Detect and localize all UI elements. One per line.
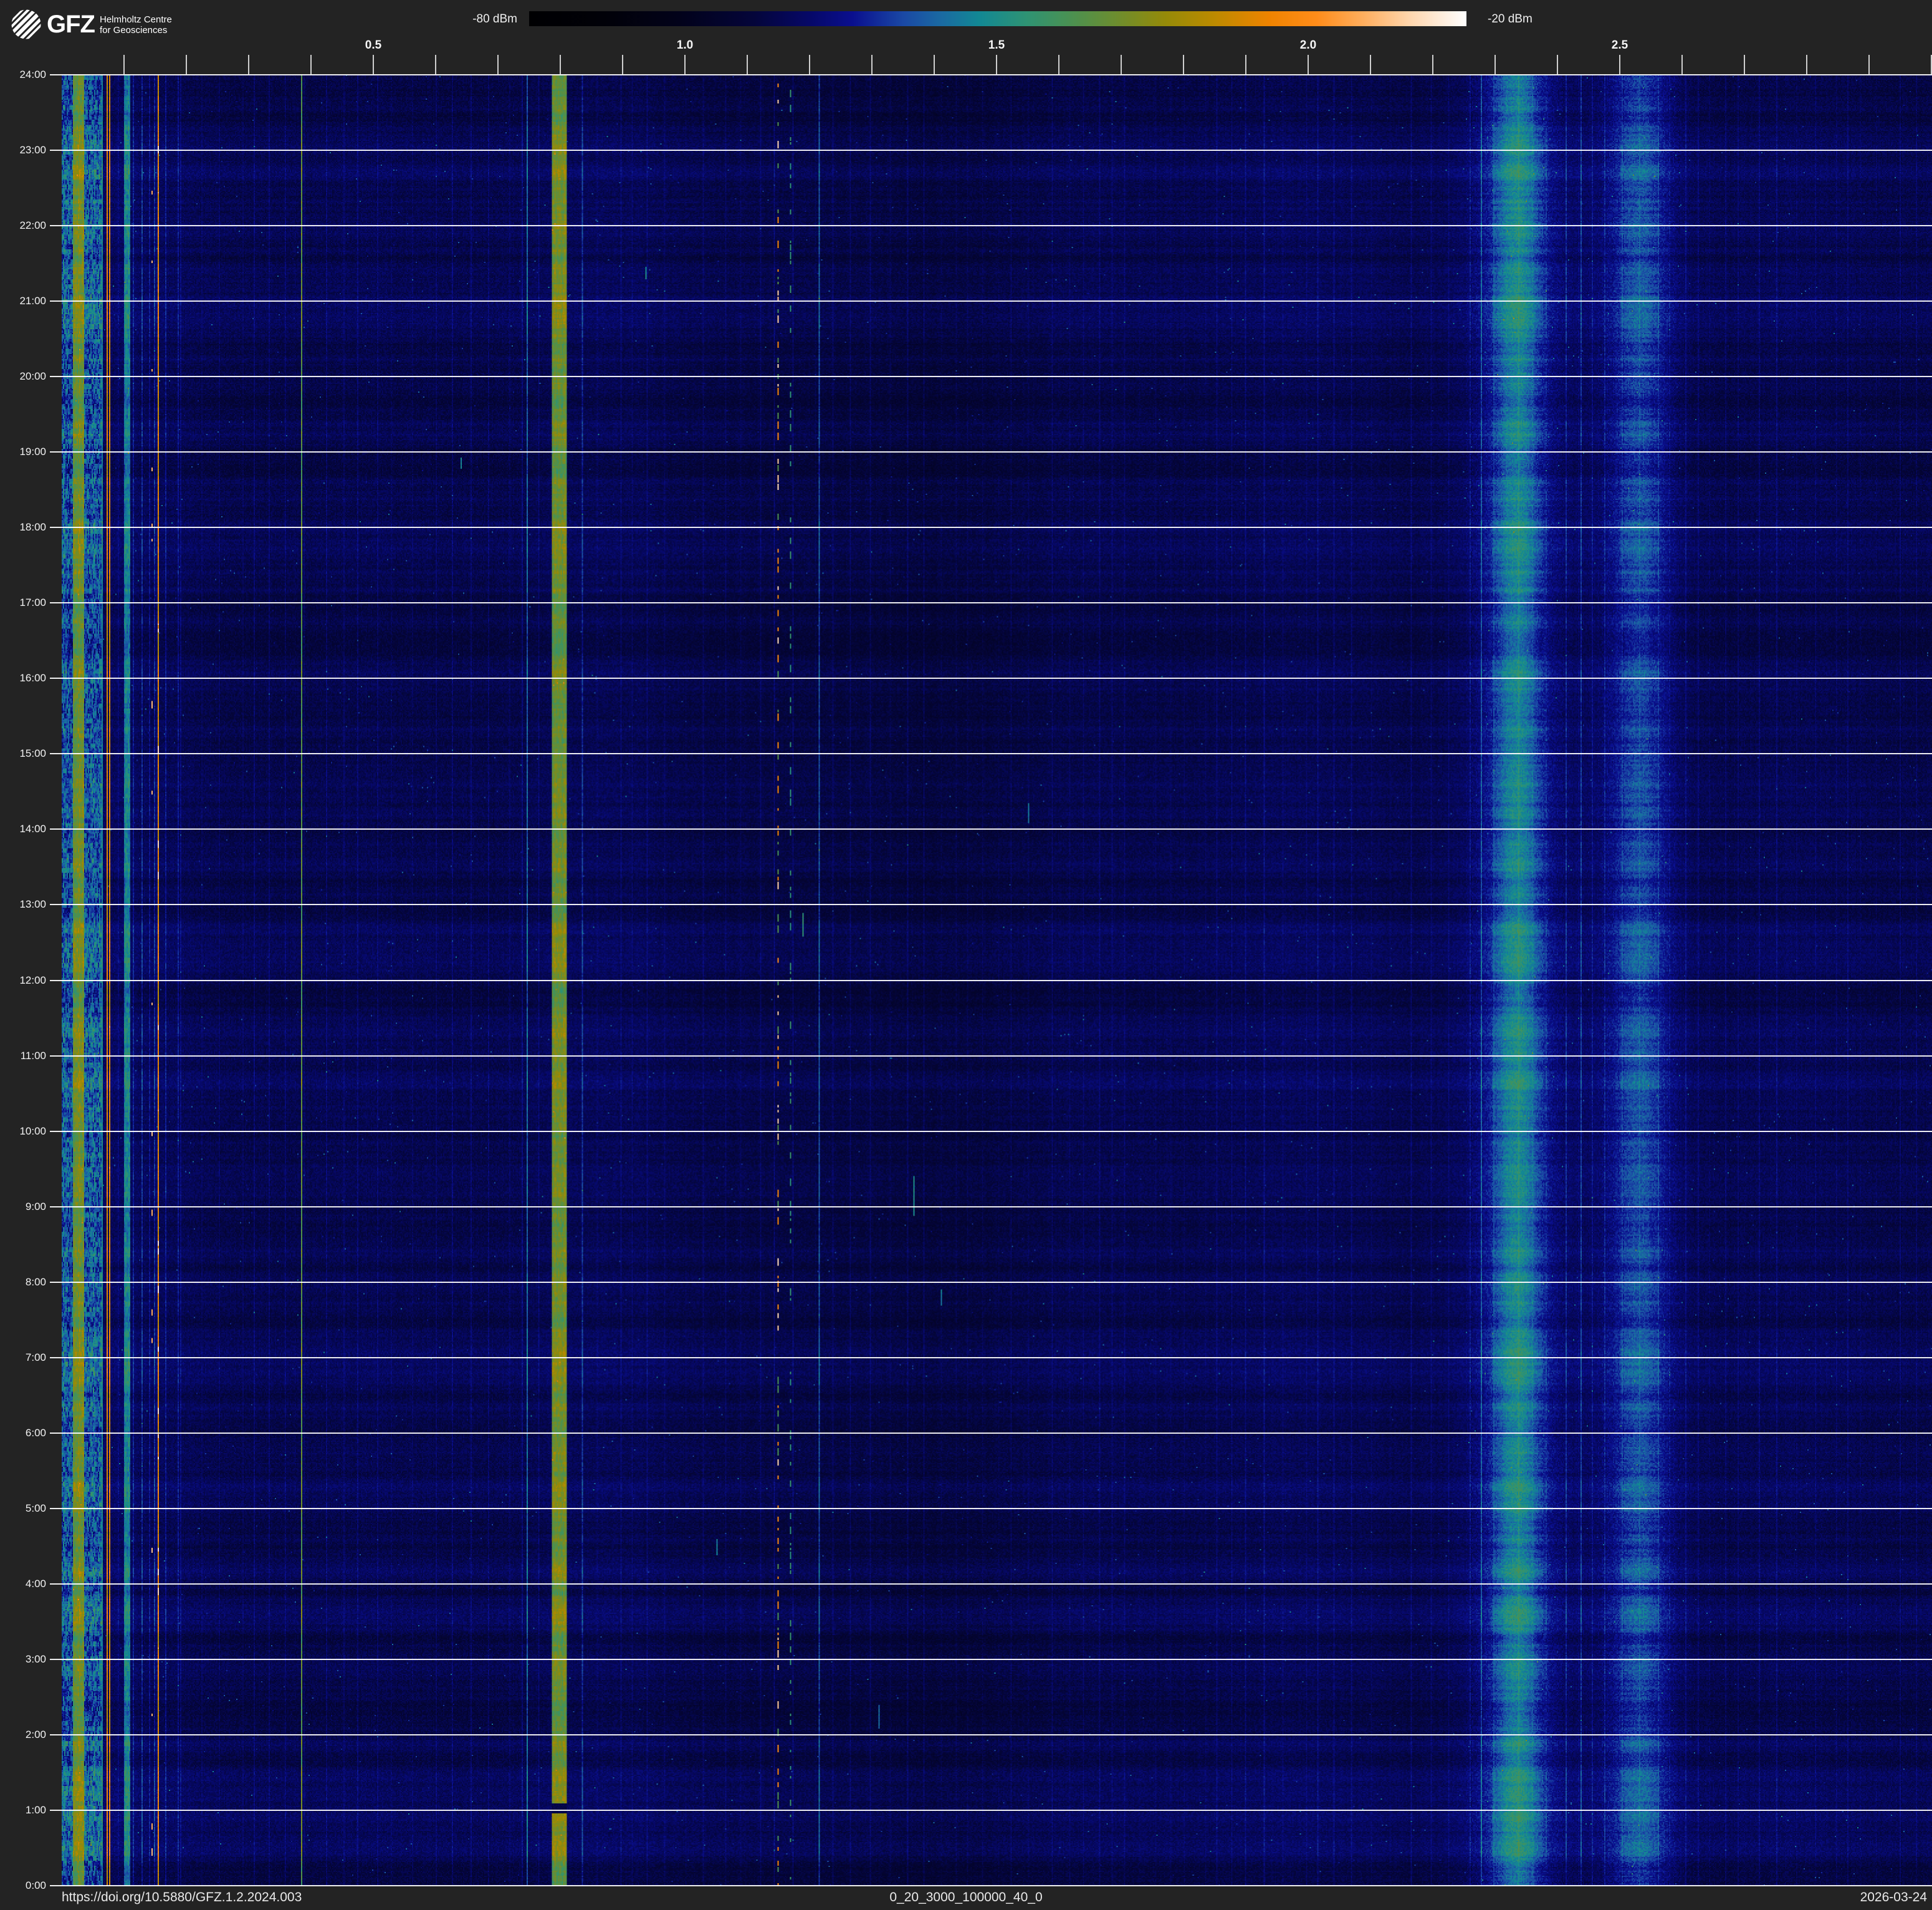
hour-gridline xyxy=(50,1583,1932,1585)
hour-gridline xyxy=(50,300,1932,302)
time-tick-label: 11:00 xyxy=(0,1050,46,1062)
freq-tick xyxy=(1806,55,1807,74)
time-tick-label: 14:00 xyxy=(0,823,46,835)
time-tick-label: 15:00 xyxy=(0,747,46,760)
freq-tick xyxy=(497,55,499,74)
hour-gridline xyxy=(50,527,1932,528)
freq-tick xyxy=(871,55,873,74)
freq-tick xyxy=(123,55,125,74)
hour-gridline xyxy=(50,1810,1932,1811)
hour-gridline xyxy=(50,602,1932,603)
hour-gridline xyxy=(50,1508,1932,1509)
hour-gridline xyxy=(50,1055,1932,1057)
freq-tick-label: 2.5 xyxy=(1595,39,1645,52)
time-tick-label: 22:00 xyxy=(0,219,46,232)
hour-gridline xyxy=(50,1131,1932,1132)
time-tick-label: 20:00 xyxy=(0,370,46,383)
freq-tick xyxy=(996,55,997,74)
time-tick-label: 1:00 xyxy=(0,1804,46,1816)
time-tick-label: 9:00 xyxy=(0,1201,46,1213)
time-tick-label: 7:00 xyxy=(0,1351,46,1364)
freq-tick xyxy=(684,55,686,74)
freq-tick xyxy=(1308,55,1309,74)
freq-tick-label: 2.0 xyxy=(1283,39,1333,52)
time-tick-label: 13:00 xyxy=(0,898,46,911)
hour-gridline xyxy=(50,1206,1932,1207)
hour-gridline xyxy=(50,828,1932,830)
hour-gridline xyxy=(50,376,1932,377)
hour-gridline xyxy=(50,451,1932,453)
time-tick-label: 12:00 xyxy=(0,974,46,987)
hour-gridline xyxy=(50,678,1932,679)
logo-acronym: GFZ xyxy=(47,11,95,39)
freq-tick xyxy=(1432,55,1433,74)
time-tick-label: 8:00 xyxy=(0,1276,46,1289)
freq-tick xyxy=(1370,55,1371,74)
time-tick-label: 17:00 xyxy=(0,597,46,609)
freq-tick xyxy=(1245,55,1246,74)
time-tick-label: 4:00 xyxy=(0,1578,46,1590)
freq-tick xyxy=(1058,55,1059,74)
time-tick-label: 5:00 xyxy=(0,1502,46,1515)
freq-tick xyxy=(1557,55,1558,74)
time-tick-label: 24:00 xyxy=(0,69,46,81)
hour-gridline xyxy=(50,1885,1932,1886)
freq-tick xyxy=(622,55,623,74)
hour-gridline xyxy=(50,753,1932,754)
freq-tick xyxy=(1744,55,1745,74)
freq-tick-label: 1.0 xyxy=(660,39,710,52)
hour-gridline xyxy=(50,1282,1932,1283)
freq-tick xyxy=(186,55,187,74)
hour-gridline xyxy=(50,904,1932,905)
freq-tick xyxy=(560,55,561,74)
dataset-id: 0_20_3000_100000_40_0 xyxy=(0,1889,1932,1906)
logo-name-line2: for Geosciences xyxy=(100,25,167,36)
freq-tick-label: 1.5 xyxy=(972,39,1021,52)
hour-gridline xyxy=(50,74,1932,75)
gfz-logo: GFZ Helmholtz Centre for Geosciences xyxy=(11,9,172,39)
freq-tick xyxy=(1121,55,1122,74)
freq-tick xyxy=(1868,55,1870,74)
time-tick-label: 10:00 xyxy=(0,1125,46,1138)
logo-name: Helmholtz Centre for Geosciences xyxy=(100,13,172,36)
freq-tick xyxy=(1494,55,1496,74)
time-tick-label: 16:00 xyxy=(0,672,46,684)
time-tick-label: 6:00 xyxy=(0,1427,46,1439)
spectrogram-page: GFZ Helmholtz Centre for Geosciences -80… xyxy=(0,0,1932,1910)
hour-gridline xyxy=(50,980,1932,981)
freq-tick xyxy=(809,55,810,74)
freq-tick xyxy=(934,55,935,74)
time-tick-label: 2:00 xyxy=(0,1729,46,1741)
freq-tick xyxy=(1619,55,1620,74)
freq-tick xyxy=(1681,55,1683,74)
freq-tick xyxy=(310,55,312,74)
hour-gridline xyxy=(50,225,1932,226)
hour-gridline xyxy=(50,1734,1932,1735)
time-tick-label: 23:00 xyxy=(0,144,46,156)
freq-tick xyxy=(373,55,374,74)
colorbar-gradient xyxy=(529,11,1466,26)
colorbar-max-label: -20 dBm xyxy=(1488,12,1575,26)
hour-gridline xyxy=(50,1432,1932,1434)
time-tick-label: 19:00 xyxy=(0,446,46,458)
freq-tick xyxy=(248,55,249,74)
date-label: 2026-03-24 xyxy=(1860,1889,1927,1906)
freq-tick xyxy=(435,55,436,74)
freq-tick xyxy=(1183,55,1184,74)
hour-gridline xyxy=(50,1659,1932,1660)
time-tick-label: 21:00 xyxy=(0,295,46,307)
gfz-logo-icon xyxy=(11,9,41,39)
logo-name-line1: Helmholtz Centre xyxy=(100,14,172,25)
hour-gridline xyxy=(50,1357,1932,1358)
freq-tick-label: 0.5 xyxy=(348,39,398,52)
time-tick-label: 18:00 xyxy=(0,521,46,534)
hour-gridline xyxy=(50,150,1932,151)
colorbar-min-label: -80 dBm xyxy=(436,12,517,26)
freq-tick xyxy=(747,55,748,74)
time-tick-label: 3:00 xyxy=(0,1653,46,1666)
